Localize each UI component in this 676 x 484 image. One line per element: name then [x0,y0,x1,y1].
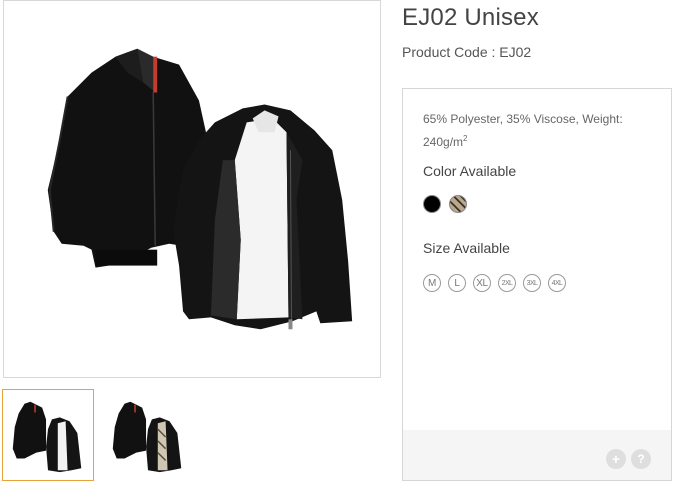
plus-button[interactable]: + [606,449,626,469]
size-xl[interactable]: XL [473,274,491,292]
help-button[interactable]: ? [631,449,651,469]
color-swatch-pattern[interactable] [449,195,467,213]
size-4xl[interactable]: 4XL [548,274,566,292]
material-superscript: 2 [463,134,468,143]
product-title: EJ02 Unisex [402,4,539,31]
thumbnail-1[interactable] [2,389,94,481]
size-available-heading: Size Available [423,240,510,256]
panel-footer: + ? [403,430,671,480]
thumbnail-2[interactable] [102,389,194,481]
color-swatch-black[interactable] [423,195,441,213]
size-2xl[interactable]: 2XL [498,274,516,292]
material-text: 65% Polyester, 35% Viscose, Weight: 240g… [423,112,623,149]
product-code: Product Code : EJ02 [402,44,532,60]
size-m[interactable]: M [423,274,441,292]
material-description: 65% Polyester, 35% Viscose, Weight: 240g… [423,109,653,152]
main-product-image [3,0,381,378]
color-available-heading: Color Available [423,163,517,179]
product-details-panel: 65% Polyester, 35% Viscose, Weight: 240g… [402,88,672,481]
size-3xl[interactable]: 3XL [523,274,541,292]
size-l[interactable]: L [448,274,466,292]
